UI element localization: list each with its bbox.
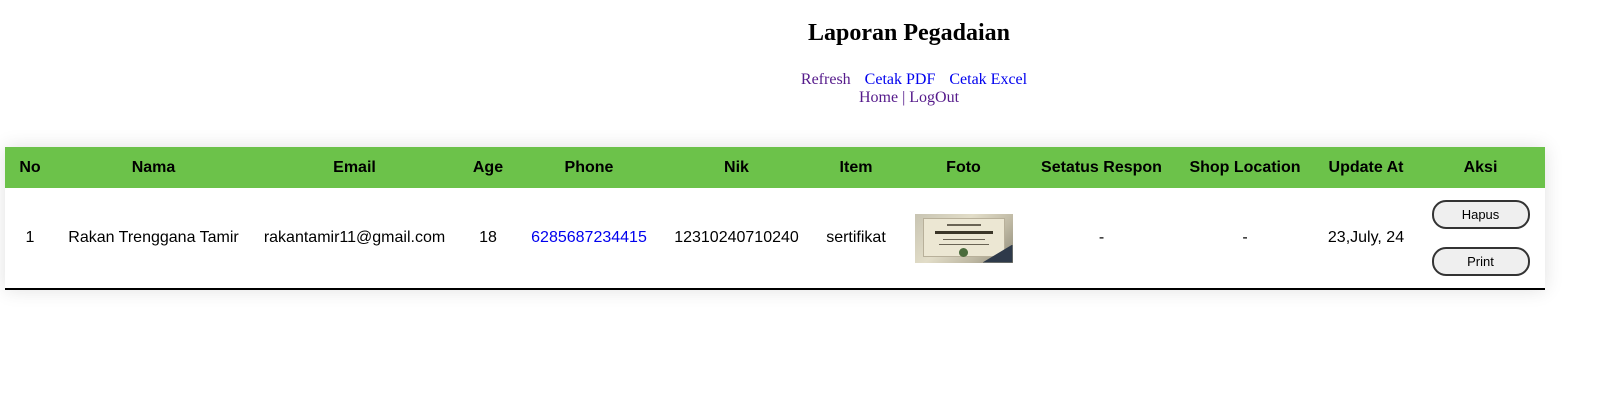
cell-phone: 6285687234415: [519, 188, 659, 289]
cetak-pdf-link[interactable]: Cetak PDF: [865, 71, 936, 88]
column-header-shop-location: Shop Location: [1189, 158, 1301, 176]
column-header-foto: Foto: [946, 158, 981, 176]
cell-foto: [898, 188, 1029, 289]
cell-nama: Rakan Trenggana Tamir: [68, 229, 239, 246]
cell-shop-location: -: [1242, 229, 1248, 246]
column-header-status: Setatus Respon: [1041, 158, 1162, 176]
page-title: Laporan Pegadaian: [807, 20, 1011, 46]
home-link[interactable]: Home: [859, 89, 898, 106]
cell-item: sertifikat: [826, 229, 886, 246]
report-table: No Nama Email Age Phone Nik Item Foto Se…: [5, 147, 1545, 290]
certificate-heading-line: [946, 223, 981, 226]
report-table-container: No Nama Email Age Phone Nik Item Foto Se…: [5, 147, 1545, 290]
column-header-no: No: [19, 158, 41, 176]
logout-link[interactable]: LogOut: [909, 89, 959, 106]
phone-link[interactable]: 6285687234415: [531, 229, 647, 246]
column-header-phone: Phone: [564, 158, 614, 176]
hapus-button[interactable]: Hapus: [1431, 200, 1530, 229]
cell-update-at: 23,July, 24: [1327, 229, 1405, 246]
cell-aksi: Hapus Print: [1416, 188, 1545, 289]
column-header-item: Item: [839, 158, 873, 176]
cetak-excel-link[interactable]: Cetak Excel: [949, 71, 1027, 88]
table-header-row: No Nama Email Age Phone Nik Item Foto Se…: [5, 147, 1545, 188]
certificate-name-line: [934, 230, 993, 234]
table-row: 1 Rakan Trenggana Tamir rakantamir11@gma…: [5, 188, 1545, 289]
column-header-nama: Nama: [131, 158, 176, 176]
cell-nik: 12310240710240: [674, 229, 799, 246]
column-header-email: Email: [333, 158, 376, 176]
cell-age: 18: [479, 229, 497, 246]
column-header-aksi: Aksi: [1463, 158, 1498, 176]
certificate-text-line: [942, 238, 985, 240]
certificate-photo-thumbnail[interactable]: [914, 213, 1013, 263]
cell-no: 1: [25, 229, 35, 246]
certificate-text-line: [938, 243, 989, 245]
refresh-link[interactable]: Refresh: [801, 71, 851, 88]
column-header-nik: Nik: [724, 158, 749, 176]
column-header-update-at: Update At: [1328, 158, 1404, 176]
cell-status: -: [1098, 229, 1105, 246]
cell-email: rakantamir11@gmail.com: [263, 229, 446, 246]
report-actions: Refresh Cetak PDF Cetak Excel: [0, 71, 1599, 89]
print-button[interactable]: Print: [1431, 247, 1530, 276]
column-header-age: Age: [472, 158, 504, 176]
nav-links: Home | LogOut: [0, 89, 1599, 107]
nav-separator: |: [902, 89, 906, 106]
certificate-seal: [958, 247, 968, 257]
